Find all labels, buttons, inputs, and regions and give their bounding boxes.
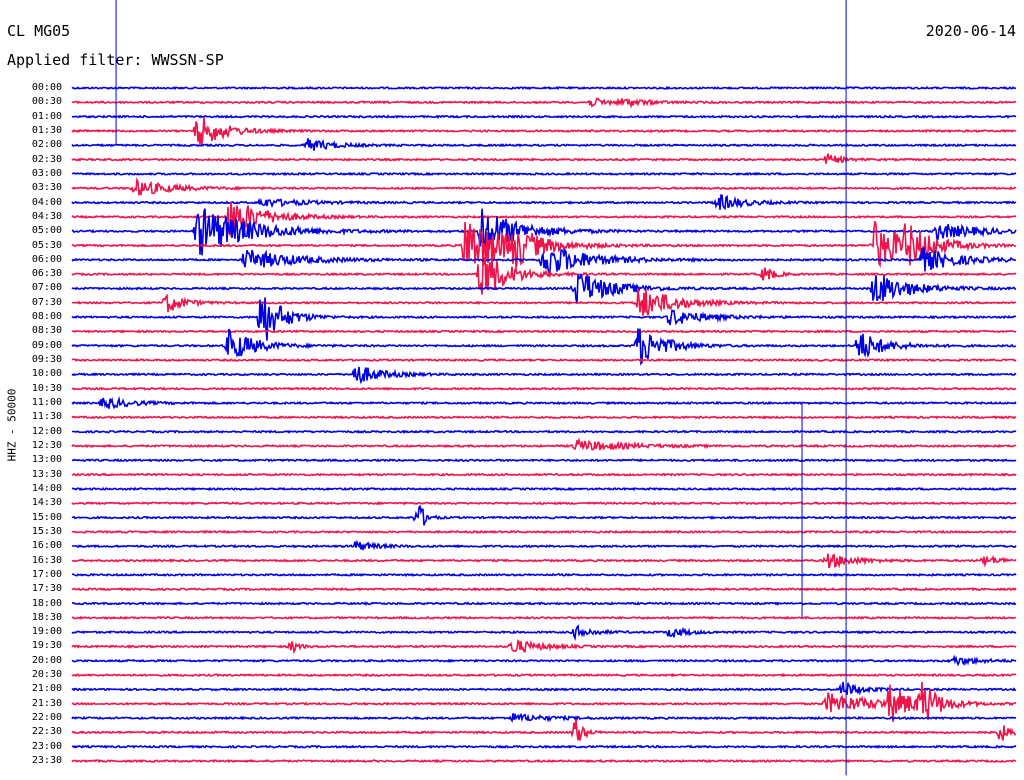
helicorder-plot <box>71 0 1017 776</box>
trace-row <box>71 712 1017 723</box>
trace-row <box>71 458 1017 463</box>
trace-row <box>71 357 1017 363</box>
trace-row <box>71 486 1017 492</box>
trace-row <box>71 97 1016 109</box>
trace-row <box>71 529 1017 535</box>
trace-row <box>71 587 1017 592</box>
trace-row <box>72 329 1017 334</box>
trace-row <box>71 638 1017 655</box>
trace-row <box>71 681 1016 722</box>
trace-row <box>71 153 1017 164</box>
trace-row <box>71 472 1017 477</box>
trace-row <box>71 171 1017 177</box>
trace-row <box>71 328 1017 366</box>
trace-row <box>71 758 1017 764</box>
trace-row <box>71 744 1017 749</box>
trace-row <box>71 681 1017 696</box>
trace-row <box>71 719 1017 741</box>
trace-row <box>71 572 1017 578</box>
trace-row <box>71 366 1017 385</box>
trace-row <box>71 500 1017 506</box>
trace-row <box>71 504 1017 526</box>
trace-row <box>71 85 1017 91</box>
trace-row <box>71 386 1017 392</box>
trace-row <box>71 624 1017 642</box>
trace-row <box>72 429 1017 434</box>
trace-row <box>71 114 1017 119</box>
trace-row <box>71 672 1017 678</box>
trace-row <box>71 177 1017 196</box>
trace-row <box>71 654 1017 667</box>
trace-row <box>71 194 1017 211</box>
trace-row <box>71 138 1017 151</box>
trace-row <box>71 437 1017 451</box>
trace-row <box>71 395 1017 410</box>
trace-row <box>72 539 1017 551</box>
trace-row <box>71 601 1017 606</box>
trace-row <box>71 117 1017 145</box>
trace-row <box>71 415 1017 420</box>
trace-row <box>71 615 1017 621</box>
trace-row <box>71 553 1017 569</box>
trace-row <box>71 273 1017 304</box>
trace-row <box>71 297 1017 341</box>
